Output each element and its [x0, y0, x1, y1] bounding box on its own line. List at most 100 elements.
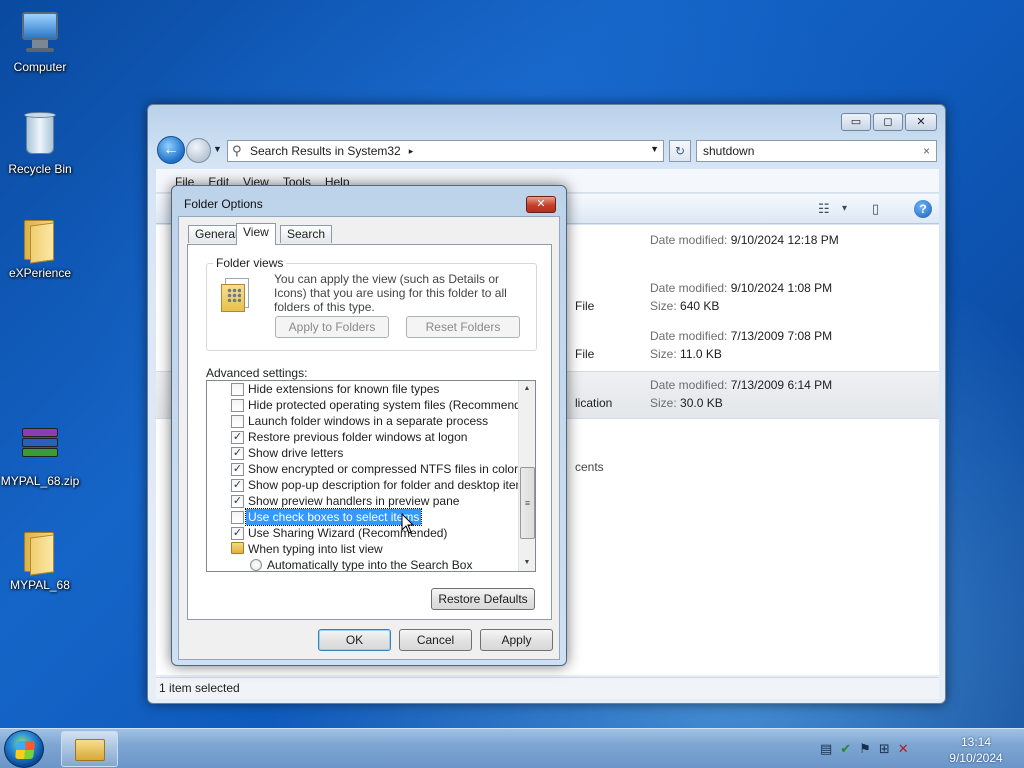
ok-button[interactable]: OK	[318, 629, 391, 651]
scroll-down-arrow[interactable]: ▼	[519, 555, 535, 571]
checkbox-checked[interactable]: ✓	[231, 527, 244, 540]
result-kind: lication	[575, 396, 613, 410]
search-icon: ⚲	[232, 143, 242, 158]
clear-search-icon[interactable]: ×	[923, 141, 930, 161]
setting-label: Show preview handlers in preview pane	[248, 494, 460, 508]
folder-views-description: You can apply the view (such as Details …	[274, 272, 507, 314]
document-icon[interactable]: ▤	[820, 741, 832, 757]
setting-label: Automatically type into the Search Box	[267, 558, 473, 572]
taskbar: ▤ ✔ ⚑ ⊞ ✕ 13:14 9/10/2024	[0, 728, 1024, 768]
search-again-link[interactable]: cents	[575, 460, 604, 474]
checkbox-checked[interactable]: ✓	[231, 495, 244, 508]
desktop-icon-label: Computer	[13, 60, 67, 74]
result-kind: File	[575, 347, 595, 361]
result-kind: File	[575, 299, 595, 313]
folder-icon	[231, 542, 244, 554]
recent-pages-dropdown[interactable]: ▼	[213, 144, 222, 154]
setting-label: When typing into list view	[248, 542, 383, 556]
folder-icon	[16, 526, 64, 576]
checkbox-checked[interactable]: ✓	[231, 463, 244, 476]
desktop-icon-computer[interactable]: Computer	[0, 8, 80, 74]
checkbox-checked[interactable]: ✓	[231, 447, 244, 460]
advanced-settings-label: Advanced settings:	[206, 366, 308, 380]
folder-options-dialog: Folder Options ✕ General View Search Fol…	[171, 185, 567, 666]
dialog-title: Folder Options	[184, 197, 263, 211]
mouse-cursor-icon	[401, 513, 415, 534]
result-size: Size: 30.0 KB	[650, 396, 723, 410]
checkbox[interactable]	[231, 383, 244, 396]
help-icon[interactable]: ?	[914, 200, 932, 218]
back-button[interactable]: ←	[157, 136, 185, 164]
desktop-icon-label: MYPAL_68.zip	[0, 474, 80, 488]
result-size: Size: 11.0 KB	[650, 347, 722, 361]
preview-pane-icon[interactable]: ▯	[872, 201, 879, 217]
checkbox-checked[interactable]: ✓	[231, 479, 244, 492]
refresh-button[interactable]: ↻	[669, 140, 691, 162]
system-clock[interactable]: 13:14 9/10/2024	[940, 734, 1012, 766]
apply-button[interactable]: Apply	[480, 629, 553, 651]
address-bar[interactable]: ⚲ Search Results in System32 ▸ ▼	[227, 140, 664, 162]
cancel-button[interactable]: Cancel	[399, 629, 472, 651]
chevron-right-icon[interactable]: ▸	[409, 146, 414, 157]
checkbox[interactable]	[231, 415, 244, 428]
shield-check-icon[interactable]: ✔	[840, 741, 851, 757]
scrollbar[interactable]: ▲ ≡ ▼	[518, 381, 535, 571]
search-value: shutdown	[703, 144, 755, 158]
desktop-icon-experience[interactable]: eXPerience	[0, 214, 80, 280]
flag-icon[interactable]: ⚑	[859, 741, 871, 757]
folder-views-icon	[221, 278, 251, 312]
folder-icon	[16, 214, 64, 264]
change-view-icon[interactable]: ☷	[818, 201, 830, 217]
computer-icon	[16, 8, 64, 56]
minimize-button[interactable]: ▭	[841, 113, 871, 131]
result-date: Date modified: 7/13/2009 7:08 PM	[650, 329, 833, 343]
apply-to-folders-button[interactable]: Apply to Folders	[275, 316, 389, 338]
desktop-icon-mypal-zip[interactable]: MYPAL_68.zip	[0, 422, 80, 488]
setting-label: Hide protected operating system files (R…	[248, 398, 536, 412]
desktop-icon-label: Recycle Bin	[8, 162, 72, 176]
forward-button[interactable]	[186, 138, 211, 163]
setting-label: Show pop-up description for folder and d…	[248, 478, 532, 492]
tab-view[interactable]: View	[236, 223, 276, 245]
tab-search[interactable]: Search	[280, 225, 333, 243]
desktop-icon-recycle-bin[interactable]: Recycle Bin	[0, 110, 80, 176]
checkbox[interactable]	[231, 511, 244, 524]
checkbox-checked[interactable]: ✓	[231, 431, 244, 444]
clock-date: 9/10/2024	[949, 751, 1003, 765]
result-size: Size: 640 KB	[650, 299, 720, 313]
network-icon[interactable]: ⊞	[879, 741, 890, 757]
radio-button[interactable]	[250, 559, 262, 571]
checkbox[interactable]	[231, 399, 244, 412]
desktop-icon-label: MYPAL_68	[10, 578, 70, 592]
setting-label: Show drive letters	[248, 446, 344, 460]
folder-icon	[75, 739, 105, 761]
advanced-settings-list: Hide extensions for known file types Hid…	[206, 380, 536, 572]
notification-area: ▤ ✔ ⚑ ⊞ ✕	[820, 741, 909, 757]
result-date: Date modified: 7/13/2009 6:14 PM	[650, 378, 833, 392]
winrar-archive-icon	[16, 422, 64, 470]
maximize-button[interactable]: ◻	[873, 113, 903, 131]
setting-label: Show encrypted or compressed NTFS files …	[248, 462, 519, 476]
setting-label: Use Sharing Wizard (Recommended)	[248, 526, 448, 540]
close-button[interactable]: ✕	[905, 113, 937, 131]
speaker-muted-icon[interactable]: ✕	[898, 741, 909, 757]
scroll-up-arrow[interactable]: ▲	[519, 381, 535, 397]
clock-time: 13:14	[960, 735, 992, 749]
desktop-icon-label: eXPerience	[8, 266, 72, 280]
recycle-bin-icon	[16, 110, 64, 158]
start-button[interactable]	[4, 730, 44, 768]
taskbar-explorer-button[interactable]	[61, 731, 118, 767]
dialog-close-button[interactable]: ✕	[526, 196, 556, 213]
view-dropdown-icon[interactable]: ▾	[842, 203, 847, 214]
reset-folders-button[interactable]: Reset Folders	[406, 316, 520, 338]
setting-label: Launch folder windows in a separate proc…	[248, 414, 489, 428]
scroll-thumb[interactable]: ≡	[520, 467, 535, 539]
address-dropdown[interactable]: ▼	[650, 144, 659, 154]
dialog-body: General View Search Folder views You can…	[178, 216, 560, 660]
search-input[interactable]: shutdown ×	[696, 140, 937, 162]
result-date: Date modified: 9/10/2024 12:18 PM	[650, 233, 839, 247]
setting-label: Hide extensions for known file types	[248, 382, 440, 396]
desktop-icon-mypal-folder[interactable]: MYPAL_68	[0, 526, 80, 592]
restore-defaults-button[interactable]: Restore Defaults	[431, 588, 535, 610]
group-legend: Folder views	[213, 256, 287, 270]
